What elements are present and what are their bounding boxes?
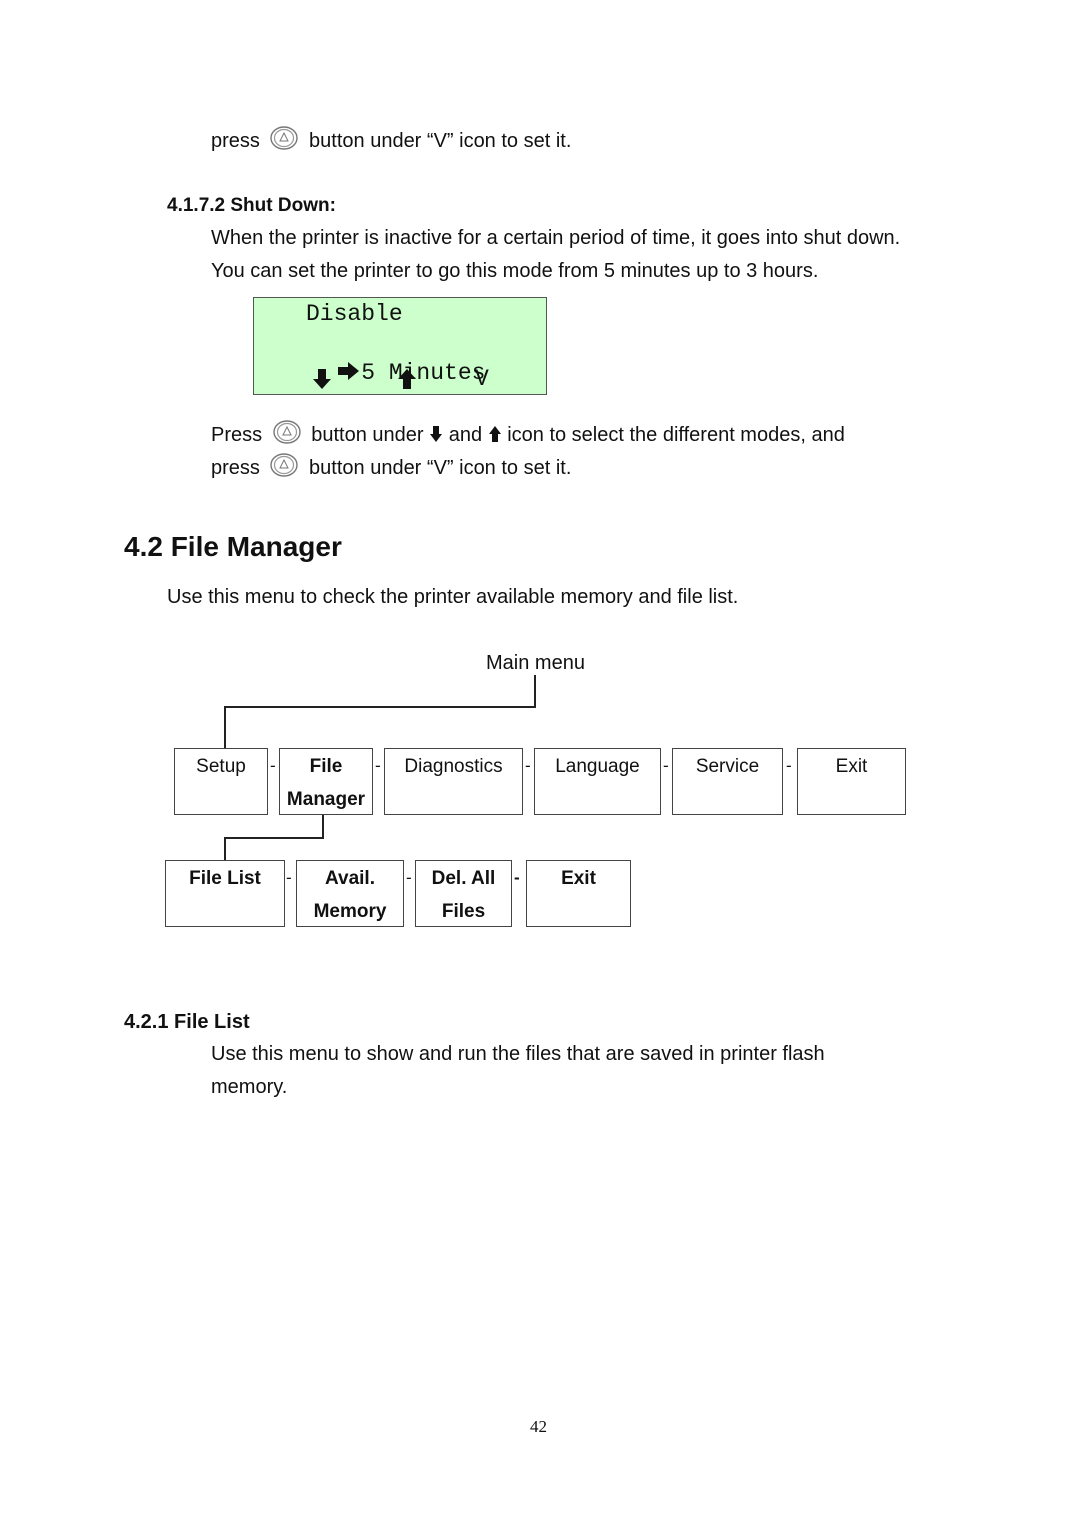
set-mode-instruction: press button under “V” icon to set it. <box>211 452 571 485</box>
connector-line <box>224 837 324 839</box>
instruction-text: button under <box>311 424 424 446</box>
connector-line <box>224 837 226 860</box>
instruction-text: Press <box>211 424 263 446</box>
up-arrow-icon <box>488 426 501 442</box>
submenu-box-del-all-files: Del. All Files <box>415 860 512 927</box>
section-heading-file-manager: 4.2 File Manager <box>124 531 342 562</box>
submenu-box-file-list: File List <box>165 860 285 927</box>
connector-line <box>322 815 324 839</box>
menu-box-label: Setup <box>196 756 246 777</box>
menu-box-label: Language <box>555 756 640 777</box>
menu-separator: - <box>406 868 412 887</box>
section-heading-file-list: 4.2.1 File List <box>124 1011 250 1033</box>
instruction-text: press <box>211 457 260 479</box>
menu-box-label: Memory <box>313 901 387 922</box>
up-arrow-icon <box>398 369 416 389</box>
menu-box-label: Avail. <box>325 868 375 889</box>
instruction-text: icon to select the different modes, and <box>507 424 845 446</box>
shut-down-description-line-2: You can set the printer to go this mode … <box>211 260 819 282</box>
file-list-description-line-2: memory. <box>211 1076 288 1098</box>
lcd-soft-key-v: V <box>475 366 489 392</box>
shut-down-description-line-1: When the printer is inactive for a certa… <box>211 227 901 249</box>
section-heading-shut-down: 4.1.7.2 Shut Down: <box>167 195 336 216</box>
connector-line <box>534 675 536 708</box>
panel-button-icon <box>272 420 301 444</box>
lcd-display: Disable 5 Minutes V <box>253 297 547 395</box>
instruction-text: button under “V” icon to set it. <box>309 457 572 479</box>
menu-separator: - <box>786 756 792 775</box>
menu-box-label: Exit <box>561 868 596 889</box>
down-arrow-icon <box>430 426 443 442</box>
menu-separator: - <box>514 868 520 887</box>
top-instruction: press button under “V” icon to set it. <box>211 125 571 158</box>
menu-separator: - <box>270 756 276 775</box>
panel-button-icon <box>270 453 299 477</box>
lcd-selected-option: 5 Minutes <box>361 360 486 386</box>
menu-separator: - <box>663 756 669 775</box>
down-arrow-icon <box>313 369 331 389</box>
menu-separator: - <box>525 756 531 775</box>
menu-box-label: Exit <box>835 756 868 777</box>
instruction-text: and <box>448 424 483 446</box>
menu-box-label: Diagnostics <box>404 756 503 777</box>
submenu-box-avail-memory: Avail. Memory <box>296 860 404 927</box>
page-number: 42 <box>530 1417 547 1436</box>
lcd-line-1: Disable <box>306 301 403 327</box>
connector-line <box>224 706 226 748</box>
menu-box-label: Manager <box>286 789 366 810</box>
panel-button-icon <box>270 126 299 150</box>
connector-line <box>224 706 536 708</box>
menu-box-service: Service <box>672 748 783 815</box>
menu-box-label: File List <box>189 868 261 889</box>
menu-box-label: Files <box>441 901 486 922</box>
menu-box-label: Service <box>695 756 760 777</box>
menu-box-file-manager: File Manager <box>279 748 373 815</box>
menu-box-language: Language <box>534 748 661 815</box>
instruction-text-before: press <box>211 130 260 152</box>
menu-separator: - <box>286 868 292 887</box>
file-list-description-line-1: Use this menu to show and run the files … <box>211 1043 825 1065</box>
menu-box-label: File <box>309 756 343 777</box>
menu-separator: - <box>375 756 381 775</box>
menu-box-exit: Exit <box>797 748 906 815</box>
menu-box-setup: Setup <box>174 748 268 815</box>
file-manager-intro: Use this menu to check the printer avail… <box>167 586 739 608</box>
menu-box-label: Del. All <box>431 868 496 889</box>
menu-box-diagnostics: Diagnostics <box>384 748 523 815</box>
instruction-text-after: button under “V” icon to set it. <box>309 130 572 152</box>
right-arrow-icon <box>338 362 360 380</box>
select-mode-instruction: Press button under and icon to select th… <box>211 419 845 452</box>
submenu-box-exit: Exit <box>526 860 631 927</box>
